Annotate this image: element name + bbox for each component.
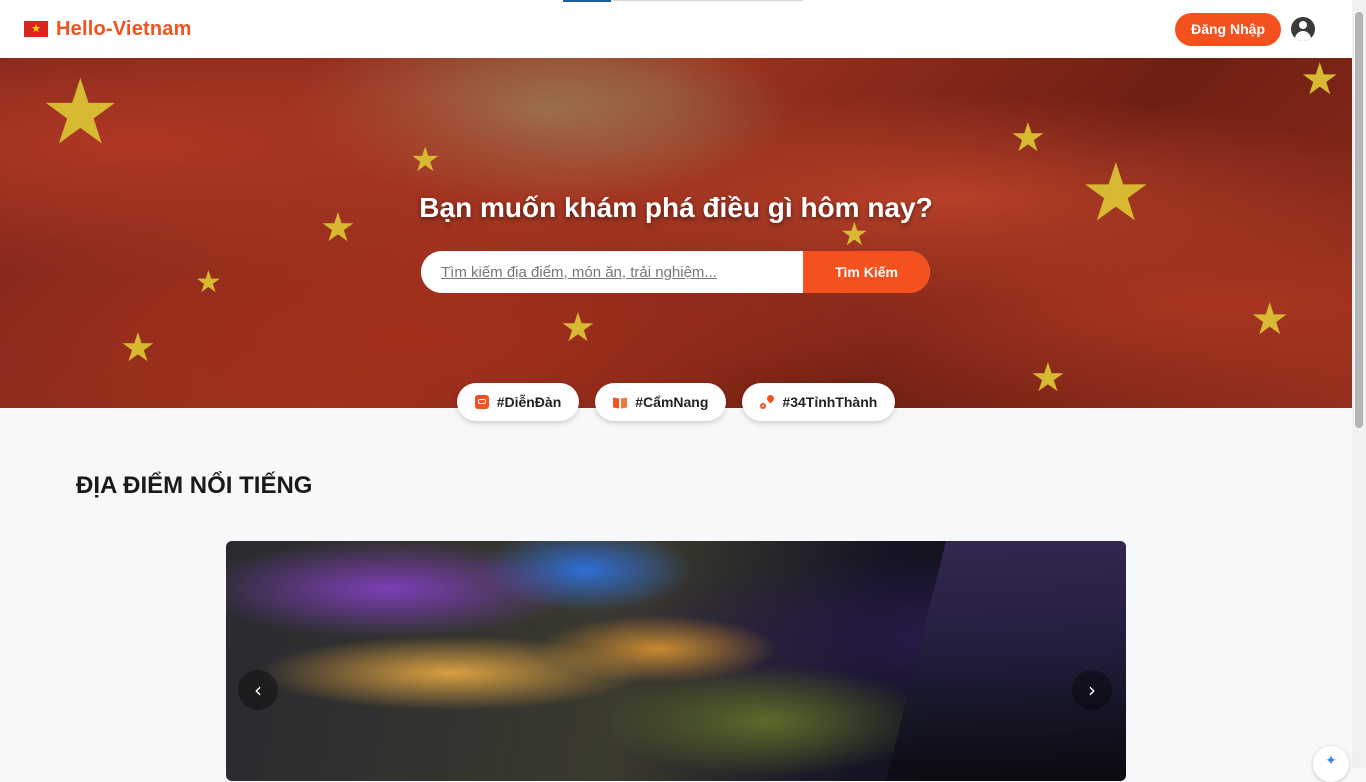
chip-guidebook[interactable]: #CẩmNang bbox=[595, 383, 727, 421]
brand-logo[interactable]: ★ Hello-Vietnam bbox=[24, 18, 192, 41]
carousel-prev-button[interactable]: ‹ bbox=[238, 670, 278, 710]
carousel-image-river bbox=[886, 541, 1126, 781]
guidebook-icon bbox=[613, 395, 627, 409]
chip-provinces[interactable]: #34TỉnhThành bbox=[742, 383, 896, 421]
chip-label: #DiễnĐàn bbox=[496, 394, 562, 410]
scrollbar-thumb[interactable] bbox=[1355, 12, 1363, 428]
brand-name[interactable]: Hello-Vietnam bbox=[56, 18, 192, 41]
carousel-next-button[interactable]: › bbox=[1072, 670, 1112, 710]
vietnam-flag-icon: ★ bbox=[24, 21, 48, 37]
search-bar: Tìm Kiếm bbox=[421, 251, 930, 293]
places-carousel[interactable]: ‹ › bbox=[226, 541, 1126, 781]
search-button[interactable]: Tìm Kiếm bbox=[803, 251, 930, 293]
chevron-right-icon: › bbox=[1088, 678, 1096, 702]
hashtag-chips: #DiễnĐàn #CẩmNang #34TỉnhThành bbox=[0, 383, 1352, 421]
hero-banner: ★ ★ ★ ★ ★ ★ ★ ★ ★ ★ ★ ★ Bạn muốn khám ph… bbox=[0, 58, 1352, 408]
hero-title: Bạn muốn khám phá điều gì hôm nay? bbox=[419, 192, 933, 223]
header-actions: Đăng Nhập bbox=[1175, 12, 1315, 46]
page-scrollbar[interactable] bbox=[1352, 0, 1366, 768]
section-title-famous-places: ĐỊA ĐIỂM NỔI TIẾNG bbox=[76, 472, 313, 499]
account-circle-icon[interactable] bbox=[1291, 17, 1315, 41]
forum-icon bbox=[474, 395, 489, 409]
assistant-bubble[interactable]: ✦ bbox=[1313, 746, 1349, 782]
chevron-left-icon: ‹ bbox=[254, 678, 262, 702]
chip-label: #34TỉnhThành bbox=[782, 394, 878, 410]
chip-label: #CẩmNang bbox=[635, 394, 709, 410]
sparkle-icon: ✦ bbox=[1325, 752, 1337, 768]
login-button[interactable]: Đăng Nhập bbox=[1175, 12, 1281, 46]
search-input[interactable] bbox=[421, 251, 803, 293]
route-icon bbox=[760, 395, 774, 409]
chip-forum[interactable]: #DiễnĐàn bbox=[456, 383, 580, 421]
hero-overlay bbox=[0, 58, 1352, 408]
site-header: ★ Hello-Vietnam Đăng Nhập bbox=[0, 0, 1352, 58]
